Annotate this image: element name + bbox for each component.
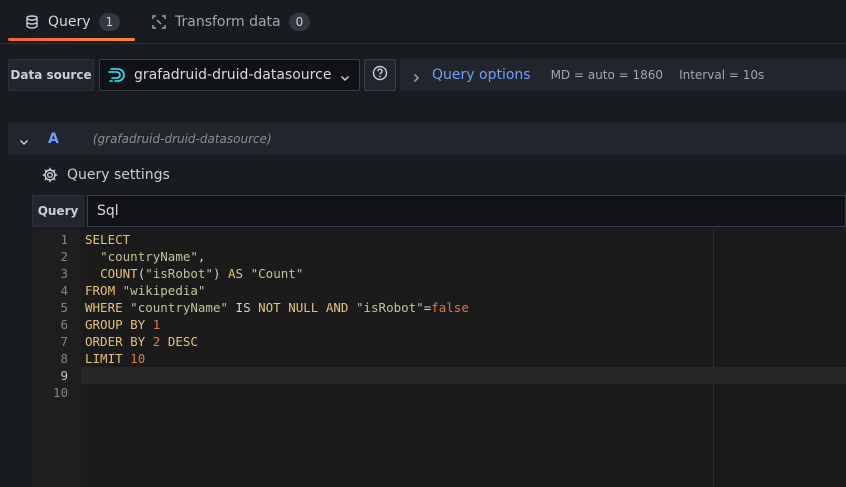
code-token: "countryName" [100, 249, 198, 264]
chevron-right-icon [410, 69, 422, 83]
code-token: "wikipedia" [122, 283, 206, 298]
database-icon [24, 14, 40, 30]
code-token: "isRobot" [355, 300, 424, 315]
code-token: WHERE [85, 300, 123, 315]
query-options-toggle[interactable]: Query options MD = auto = 1860 Interval … [400, 59, 846, 91]
datasource-label: Data source [8, 59, 94, 91]
code-token: ORDER BY [85, 334, 146, 349]
code-token: "countryName" [130, 300, 229, 315]
query-row-header[interactable]: A (grafadruid-druid-datasource) [8, 123, 846, 155]
tab-transform-data[interactable]: Transform data 0 [151, 0, 311, 43]
code-token: NOT NULL AND [258, 300, 349, 315]
code-token: "isRobot" [145, 266, 213, 281]
code-token: FROM [85, 283, 116, 298]
query-options-md: MD = auto = 1860 [550, 68, 664, 82]
code-line[interactable]: "countryName", [85, 248, 205, 265]
code-token: DESC [167, 334, 198, 349]
active-tab-indicator [8, 38, 135, 41]
code-token: false [431, 300, 469, 315]
query-type-select[interactable]: Sql [87, 195, 846, 227]
code-line[interactable]: ORDER BY 2 DESC [85, 333, 198, 350]
code-line[interactable]: WHERE "countryName" IS NOT NULL AND "isR… [85, 299, 469, 316]
line-number: 6 [60, 317, 68, 332]
gear-icon [42, 167, 58, 183]
code-line[interactable]: LIMIT 10 [85, 350, 145, 367]
line-number: 10 [52, 385, 68, 400]
code-line[interactable]: SELECT [85, 231, 130, 248]
line-number: 7 [60, 334, 68, 349]
line-number: 8 [60, 351, 68, 366]
tab-query-label: Query [48, 13, 91, 30]
tab-transform-label: Transform data [175, 13, 281, 30]
query-settings-toggle[interactable]: Query settings [42, 165, 170, 185]
code-line[interactable]: COUNT("isRobot") AS "Count" [85, 265, 303, 282]
druid-logo-icon [108, 67, 128, 83]
tab-transform-count: 0 [288, 12, 311, 31]
current-line-highlight [81, 367, 846, 384]
code-token: COUNT [100, 266, 138, 281]
line-number: 1 [60, 232, 68, 247]
code-token: ) [212, 266, 229, 281]
chevron-down-icon [339, 69, 351, 82]
line-number: 9 [60, 368, 68, 383]
code-token: "Count" [250, 266, 304, 281]
query-type-label: Query [32, 195, 84, 227]
query-datasource-name: (grafadruid-druid-datasource) [92, 132, 272, 146]
code-line[interactable]: GROUP BY 1 [85, 316, 160, 333]
query-ref-id[interactable]: A [48, 131, 59, 147]
code-token: GROUP BY [85, 317, 146, 332]
query-settings-title: Query settings [67, 167, 170, 183]
code-token: , [197, 249, 206, 264]
datasource-picker[interactable]: grafadruid-druid-datasource [99, 59, 360, 91]
datasource-name: grafadruid-druid-datasource [134, 67, 332, 83]
code-token: IS [228, 300, 259, 315]
question-circle-icon [372, 65, 388, 85]
query-options-interval: Interval = 10s [679, 68, 765, 82]
line-number: 5 [60, 300, 68, 315]
editor-ruler [713, 230, 714, 487]
code-line[interactable]: FROM "wikipedia" [85, 282, 205, 299]
transform-icon [151, 14, 167, 30]
query-options-title: Query options [432, 67, 531, 83]
tab-query[interactable]: Query 1 [24, 0, 121, 43]
line-number: 3 [60, 266, 68, 281]
code-token: LIMIT [85, 351, 123, 366]
code-token: AS [228, 266, 244, 281]
line-number: 2 [60, 249, 68, 264]
chevron-down-icon[interactable] [18, 133, 30, 146]
editor-tabs: Query 1 Transform data 0 [0, 0, 846, 44]
code-token: 1 [152, 317, 161, 332]
datasource-help-button[interactable] [364, 59, 396, 91]
line-number: 4 [60, 283, 68, 298]
tab-query-count: 1 [98, 12, 121, 31]
code-token: 10 [130, 351, 146, 366]
code-token: SELECT [85, 232, 131, 247]
